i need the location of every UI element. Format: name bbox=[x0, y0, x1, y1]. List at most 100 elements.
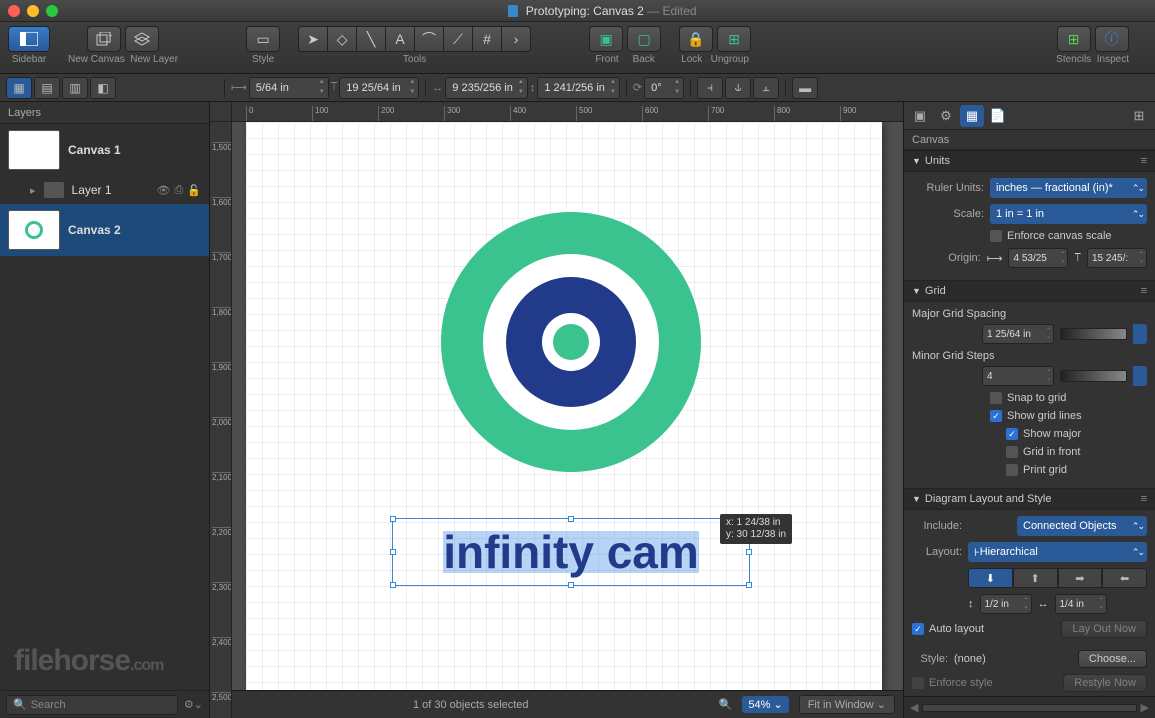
layout-now-button[interactable]: Lay Out Now bbox=[1061, 620, 1147, 638]
grid-tool[interactable]: # bbox=[472, 26, 502, 52]
line-tool[interactable]: ╲ bbox=[356, 26, 386, 52]
tab-canvas[interactable]: ▦ bbox=[960, 105, 984, 127]
resize-handle[interactable] bbox=[746, 549, 752, 555]
front-button[interactable]: ▣ bbox=[589, 26, 623, 52]
resize-handle[interactable] bbox=[568, 516, 574, 522]
scroll-handle[interactable] bbox=[922, 704, 1136, 712]
canvas-page[interactable]: infinity cam x: 1 24/38 in y: 30 12/38 i… bbox=[246, 122, 882, 690]
back-button[interactable]: ▢ bbox=[627, 26, 661, 52]
text-tool[interactable]: A bbox=[385, 26, 415, 52]
layout-section-header[interactable]: ▼Diagram Layout and Style≡ bbox=[904, 488, 1155, 510]
canvas-viewport[interactable]: infinity cam x: 1 24/38 in y: 30 12/38 i… bbox=[232, 122, 903, 690]
align-right[interactable]: ⫠ bbox=[753, 77, 779, 99]
lock-button[interactable]: 🔒 bbox=[679, 26, 713, 52]
inner-circle[interactable] bbox=[553, 324, 589, 360]
shape-tool[interactable]: ◇ bbox=[327, 26, 357, 52]
minimize-icon[interactable] bbox=[27, 5, 39, 17]
view-mode-2[interactable]: ▤ bbox=[34, 77, 60, 99]
logo-group[interactable] bbox=[441, 212, 701, 472]
minor-slider[interactable] bbox=[1060, 370, 1127, 382]
restyle-button[interactable]: Restyle Now bbox=[1063, 674, 1147, 692]
h-field[interactable]: 1 241/256 in▲▼ bbox=[537, 77, 620, 99]
select-tool[interactable]: ➤ bbox=[298, 26, 328, 52]
dir-down[interactable]: ⬇ bbox=[968, 568, 1013, 588]
y-field[interactable]: 19 25/64 in▲▼ bbox=[339, 77, 419, 99]
align-left[interactable]: ⫞ bbox=[697, 77, 723, 99]
show-lines-checkbox[interactable]: ✓Show grid lines bbox=[990, 410, 1082, 422]
v-spacing-field[interactable]: 1/2 in bbox=[980, 594, 1032, 614]
tab-object[interactable]: ▣ bbox=[908, 105, 932, 127]
dir-left[interactable]: ⬅ bbox=[1102, 568, 1147, 588]
tab-properties[interactable]: ⚙ bbox=[934, 105, 958, 127]
color-swatch[interactable] bbox=[1133, 324, 1147, 344]
show-major-checkbox[interactable]: ✓Show major bbox=[1006, 428, 1081, 440]
grid-section-header[interactable]: ▼Grid≡ bbox=[904, 280, 1155, 302]
scale-select[interactable]: 1 in = 1 in bbox=[990, 204, 1147, 224]
zoom-out-icon[interactable]: 🔍 bbox=[719, 698, 733, 711]
sidebar-toggle-button[interactable] bbox=[8, 26, 50, 52]
direction-segment[interactable]: ⬇⬆➡⬅ bbox=[968, 568, 1147, 588]
canvas-row[interactable]: Canvas 1 bbox=[0, 124, 209, 176]
lock-icon[interactable]: 🔓 bbox=[187, 184, 201, 197]
zoom-level[interactable]: 54% ⌄ bbox=[742, 696, 788, 713]
search-input[interactable]: 🔍 Search bbox=[6, 695, 178, 715]
origin-y-field[interactable]: 15 245/: bbox=[1087, 248, 1147, 268]
point-tool[interactable]: ⟋ bbox=[443, 26, 473, 52]
menu-icon[interactable]: ≡ bbox=[1141, 155, 1147, 167]
major-slider[interactable] bbox=[1060, 328, 1127, 340]
close-icon[interactable] bbox=[8, 5, 20, 17]
rotation-field[interactable]: 0°▲▼ bbox=[644, 77, 684, 99]
tab-grid-icon[interactable]: ⊞ bbox=[1127, 105, 1151, 127]
resize-handle[interactable] bbox=[390, 549, 396, 555]
tab-document[interactable]: 📄 bbox=[986, 105, 1010, 127]
dir-up[interactable]: ⬆ bbox=[1013, 568, 1058, 588]
dir-right[interactable]: ➡ bbox=[1058, 568, 1103, 588]
resize-handle[interactable] bbox=[568, 582, 574, 588]
maximize-icon[interactable] bbox=[46, 5, 58, 17]
include-select[interactable]: Connected Objects bbox=[1017, 516, 1147, 536]
origin-x-field[interactable]: 4 53/25 bbox=[1008, 248, 1068, 268]
menu-icon[interactable]: ≡ bbox=[1141, 493, 1147, 505]
grid-front-checkbox[interactable]: Grid in front bbox=[1006, 446, 1080, 458]
units-section-header[interactable]: ▼Units≡ bbox=[904, 150, 1155, 172]
snap-checkbox[interactable]: Snap to grid bbox=[990, 392, 1066, 404]
layer-row[interactable]: ▸ Layer 1 👁 ⎙ 🔓 bbox=[0, 176, 209, 204]
chevron-left-icon[interactable]: ◀ bbox=[910, 701, 918, 714]
choose-style-button[interactable]: Choose... bbox=[1078, 650, 1147, 668]
auto-layout-checkbox[interactable]: ✓Auto layout bbox=[912, 623, 984, 635]
disclosure-icon[interactable]: ▸ bbox=[30, 184, 36, 197]
new-canvas-button[interactable]: + bbox=[87, 26, 121, 52]
new-layer-button[interactable] bbox=[125, 26, 159, 52]
inspect-button[interactable]: ⓘ bbox=[1095, 26, 1129, 52]
align-center-h[interactable]: ⫝ bbox=[725, 77, 751, 99]
view-mode-1[interactable]: ▦ bbox=[6, 77, 32, 99]
view-mode-3[interactable]: ▥ bbox=[62, 77, 88, 99]
visibility-icon[interactable]: 👁 bbox=[157, 184, 171, 197]
resize-handle[interactable] bbox=[746, 582, 752, 588]
hand-tool[interactable]: › bbox=[501, 26, 531, 52]
w-field[interactable]: 9 235/256 in▲▼ bbox=[445, 77, 528, 99]
gear-icon[interactable]: ⚙⌄ bbox=[184, 698, 203, 711]
canvas-row[interactable]: Canvas 2 bbox=[0, 204, 209, 256]
color-swatch[interactable] bbox=[1133, 366, 1147, 386]
resize-handle[interactable] bbox=[390, 516, 396, 522]
layout-select[interactable]: ⊦ Hierarchical bbox=[968, 542, 1147, 562]
distribute[interactable]: ▬ bbox=[792, 77, 818, 99]
h-spacing-field[interactable]: 1/4 in bbox=[1055, 594, 1107, 614]
fit-window-button[interactable]: Fit in Window ⌄ bbox=[799, 695, 895, 714]
enforce-scale-checkbox[interactable]: Enforce canvas scale bbox=[990, 230, 1112, 242]
minor-steps-field[interactable]: 4 bbox=[982, 366, 1054, 386]
resize-handle[interactable] bbox=[390, 582, 396, 588]
view-mode-4[interactable]: ◧ bbox=[90, 77, 116, 99]
stencils-button[interactable]: ⊞ bbox=[1057, 26, 1091, 52]
major-spacing-field[interactable]: 1 25/64 in bbox=[982, 324, 1054, 344]
ruler-units-select[interactable]: inches — fractional (in)* bbox=[990, 178, 1147, 198]
ungroup-button[interactable]: ⊞ bbox=[717, 26, 751, 52]
menu-icon[interactable]: ≡ bbox=[1141, 285, 1147, 297]
x-field[interactable]: 5/64 in▲▼ bbox=[249, 77, 329, 99]
style-button[interactable]: ▭ bbox=[246, 26, 280, 52]
print-grid-checkbox[interactable]: Print grid bbox=[1006, 464, 1067, 476]
enforce-style-checkbox[interactable]: Enforce style bbox=[912, 677, 993, 689]
chevron-right-icon[interactable]: ▶ bbox=[1141, 701, 1149, 714]
pen-tool[interactable]: ⌒ bbox=[414, 26, 444, 52]
